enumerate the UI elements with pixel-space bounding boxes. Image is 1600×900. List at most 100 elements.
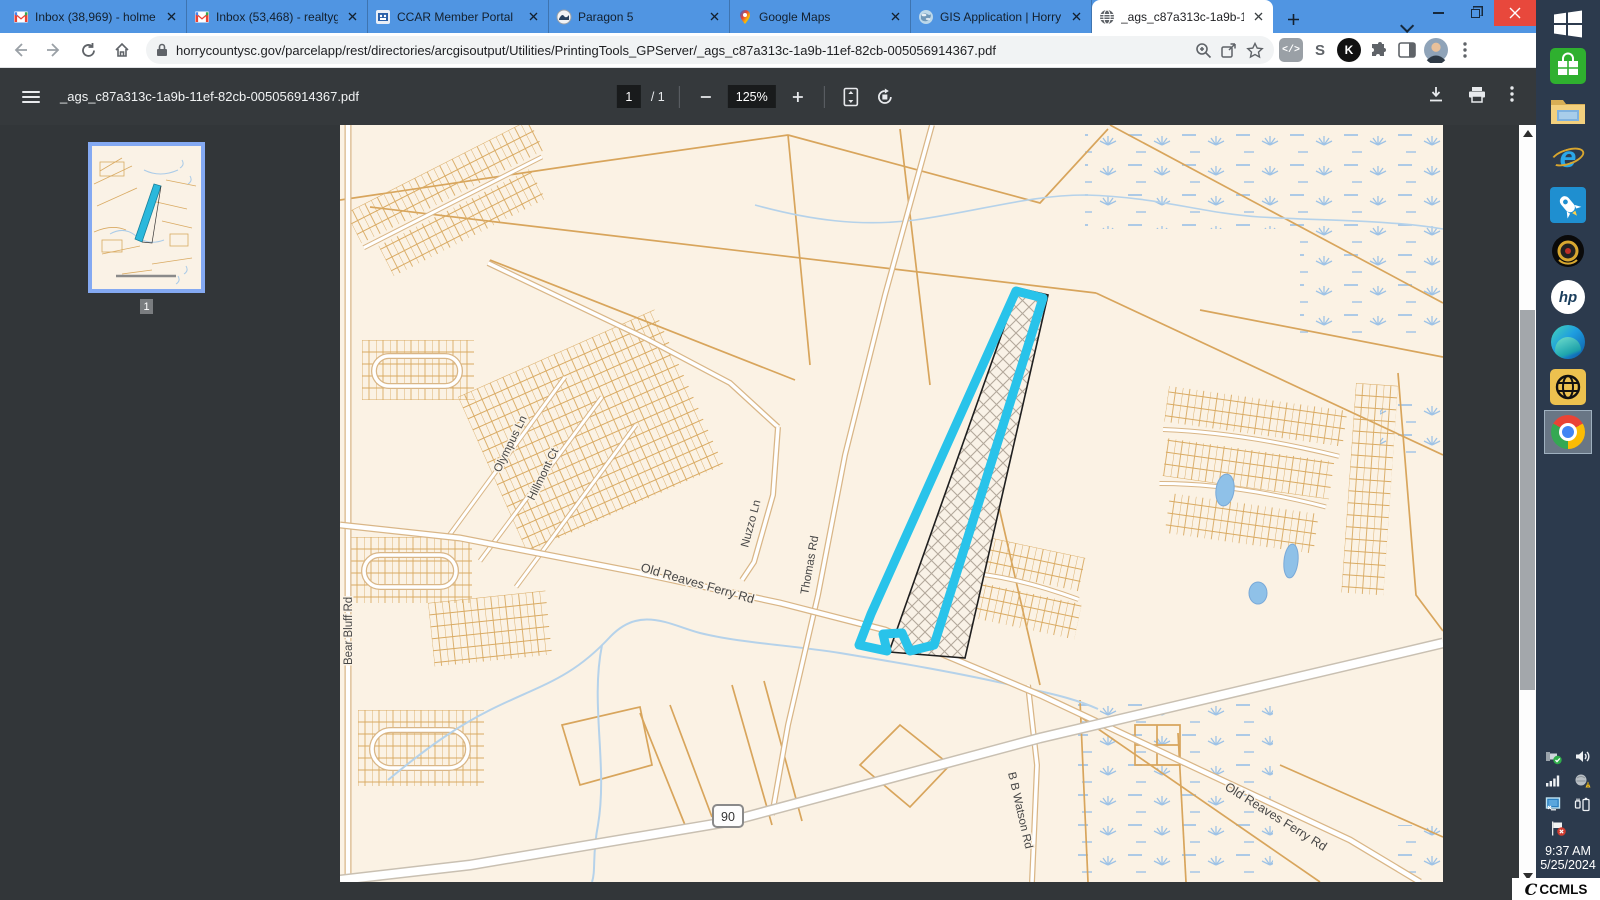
side-panel-icon[interactable] — [1395, 38, 1419, 62]
scrollbar-thumb[interactable] — [1520, 310, 1535, 690]
page-total: / 1 — [651, 90, 665, 104]
tab-close-icon[interactable] — [344, 9, 360, 25]
hp-icon[interactable]: hp — [1548, 277, 1588, 317]
tab-inbox-1[interactable]: Inbox (38,969) - holme — [6, 0, 187, 33]
chrome-icon[interactable] — [1544, 410, 1592, 454]
tab-ccar-portal[interactable]: CCAR Member Portal — [368, 0, 549, 33]
network-app-icon[interactable] — [1545, 796, 1562, 813]
ccmls-c-icon: C — [1525, 880, 1538, 899]
restore-button[interactable] — [1457, 0, 1494, 26]
rocket-app-icon[interactable] — [1548, 185, 1588, 225]
tab-close-icon[interactable] — [1250, 9, 1266, 25]
tab-title: Inbox (53,468) - realtyg — [216, 10, 338, 24]
ccmls-logo: C CCMLS — [1512, 878, 1600, 900]
document-globe-icon — [1099, 9, 1115, 25]
tab-inbox-2[interactable]: Inbox (53,468) - realtyg — [187, 0, 368, 33]
pdf-viewer: 1 — [0, 125, 1519, 900]
reload-icon[interactable] — [74, 36, 102, 64]
close-button[interactable] — [1494, 0, 1536, 26]
tab-title: _ags_c87a313c-1a9b-1 — [1121, 10, 1244, 24]
k-extension-icon[interactable]: K — [1337, 38, 1361, 62]
zoom-level[interactable]: 125% — [728, 85, 776, 108]
profile-avatar[interactable] — [1424, 38, 1448, 62]
fit-to-page-icon[interactable] — [839, 85, 863, 109]
tab-close-icon[interactable] — [1068, 9, 1084, 25]
pdf-page-map[interactable]: Bear Bluff Rd Olympus Ln Hillmont Ct Nuz… — [340, 125, 1443, 882]
minimize-button[interactable] — [1420, 0, 1457, 26]
bookmark-star-icon[interactable] — [1246, 42, 1264, 59]
pdf-scrollbar[interactable] — [1519, 125, 1536, 900]
tab-close-icon[interactable] — [163, 9, 179, 25]
tab-search-chevron-icon[interactable] — [1400, 19, 1414, 33]
internet-explorer-icon[interactable]: e — [1548, 138, 1588, 178]
system-tray: 9:37 AM 5/25/2024 — [1536, 748, 1600, 872]
page-thumbnail[interactable] — [88, 142, 205, 293]
google-maps-icon — [737, 9, 753, 25]
tab-title: Paragon 5 — [578, 10, 700, 24]
action-center-flag-icon[interactable] — [1550, 820, 1567, 837]
browser-window: Inbox (38,969) - holme Inbox (53,468) - … — [0, 0, 1536, 900]
new-tab-button[interactable] — [1279, 5, 1307, 33]
svg-text:90: 90 — [721, 810, 735, 824]
back-icon[interactable] — [6, 36, 34, 64]
download-icon[interactable] — [1428, 86, 1444, 108]
print-icon[interactable] — [1468, 86, 1486, 108]
paragon-icon — [556, 9, 572, 25]
volume-icon[interactable] — [1574, 748, 1591, 765]
windows-start-icon[interactable] — [1548, 4, 1588, 44]
browser-menu-icon[interactable] — [1453, 38, 1477, 62]
road-label-bear-bluff: Bear Bluff Rd — [343, 597, 355, 665]
zoom-page-icon[interactable] — [1195, 42, 1212, 59]
gis-globe-icon — [918, 9, 934, 25]
tab-strip: Inbox (38,969) - holme Inbox (53,468) - … — [0, 0, 1536, 33]
tab-google-maps[interactable]: Google Maps — [730, 0, 911, 33]
tab-close-icon[interactable] — [706, 9, 722, 25]
gmail-icon — [194, 9, 210, 25]
extensions-puzzle-icon[interactable] — [1366, 38, 1390, 62]
rotate-icon[interactable] — [873, 85, 897, 109]
url-text: horrycountysc.gov/parcelapp/rest/directo… — [176, 43, 1187, 58]
tab-close-icon[interactable] — [525, 9, 541, 25]
page-number-input[interactable]: 1 — [617, 85, 641, 108]
power-plug-icon[interactable] — [1574, 796, 1591, 813]
globe-app-icon[interactable] — [1548, 367, 1588, 407]
usb-device-icon[interactable] — [1545, 748, 1562, 765]
tab-pdf-active[interactable]: _ags_c87a313c-1a9b-1 — [1092, 0, 1273, 33]
forward-icon[interactable] — [40, 36, 68, 64]
gmail-icon — [13, 9, 29, 25]
zoom-in-icon[interactable] — [786, 85, 810, 109]
thumbnail-page-number: 1 — [140, 299, 153, 314]
ccmls-label: CCMLS — [1539, 882, 1587, 897]
address-bar[interactable]: horrycountysc.gov/parcelapp/rest/directo… — [146, 36, 1274, 64]
pdf-toolbar: _ags_c87a313c-1a9b-11ef-82cb-00505691436… — [0, 68, 1536, 125]
ccar-icon — [375, 9, 391, 25]
microsoft-store-icon[interactable] — [1548, 46, 1588, 86]
wireless-warning-icon[interactable] — [1574, 772, 1591, 789]
windows-taskbar: e hp 9:37 AM 5/25/2024 — [1536, 0, 1600, 900]
s-extension-icon[interactable]: S — [1308, 38, 1332, 62]
browser-toolbar: horrycountysc.gov/parcelapp/rest/directo… — [0, 33, 1536, 68]
tab-gis-application[interactable]: GIS Application | Horry — [911, 0, 1092, 33]
tab-title: GIS Application | Horry — [940, 10, 1062, 24]
home-icon[interactable] — [108, 36, 136, 64]
tray-time[interactable]: 9:37 AM — [1536, 844, 1600, 858]
edge-icon[interactable] — [1548, 322, 1588, 362]
scroll-up-icon[interactable] — [1523, 130, 1533, 137]
file-explorer-icon[interactable] — [1548, 92, 1588, 132]
pdf-more-icon[interactable] — [1510, 86, 1514, 107]
signal-bars-icon[interactable] — [1545, 772, 1562, 789]
pdf-menu-icon[interactable] — [22, 91, 40, 103]
tab-close-icon[interactable] — [887, 9, 903, 25]
lock-icon — [156, 43, 168, 57]
pdf-filename: _ags_c87a313c-1a9b-11ef-82cb-00505691436… — [60, 89, 359, 104]
share-icon[interactable] — [1220, 42, 1238, 59]
code-extension-icon[interactable]: </> — [1279, 38, 1303, 62]
zoom-out-icon[interactable] — [694, 85, 718, 109]
tab-title: Inbox (38,969) - holme — [35, 10, 157, 24]
tray-date[interactable]: 5/25/2024 — [1536, 858, 1600, 872]
webcam-app-icon[interactable] — [1548, 231, 1588, 271]
tab-title: Google Maps — [759, 10, 881, 24]
tab-paragon[interactable]: Paragon 5 — [549, 0, 730, 33]
highway-90-shield: 90 — [713, 805, 743, 827]
tab-title: CCAR Member Portal — [397, 10, 519, 24]
